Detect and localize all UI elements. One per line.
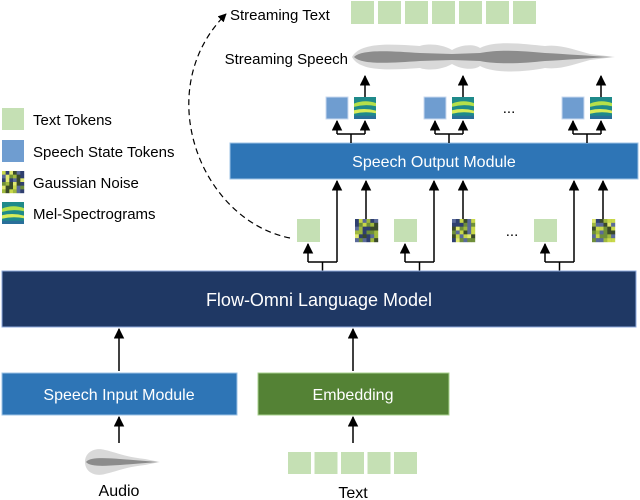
speech-state-token [561,96,585,120]
gaussian-noise-token [355,219,379,243]
speech-state-token [325,96,349,120]
streaming-text-tokens [351,1,536,24]
input-text-token [314,452,338,474]
input-token-pair [394,179,476,271]
legend-speech-state-swatch [2,140,24,162]
legend-text-token-swatch [2,108,24,130]
legend-mel-spectrogram-swatch [2,202,24,224]
legend-mel-spectrograms-label: Mel-Spectrograms [33,206,156,223]
gaussian-noise-token [452,219,476,243]
text-feedback-dashed-arrow [188,13,291,239]
streaming-speech-label: Streaming Speech [225,51,348,68]
streaming-text-label: Streaming Text [230,7,331,24]
input-text-token [367,452,391,474]
streaming-text-token [459,1,482,24]
mel-spectrogram-token [354,97,376,119]
legend-text-tokens-label: Text Tokens [33,112,112,129]
text-input-label: Text [338,485,368,500]
streaming-text-token [486,1,509,24]
streaming-speech-waveform [352,43,615,72]
speech-input-module-label: Speech Input Module [43,387,194,404]
text-token [534,219,557,242]
language-model-label: Flow-Omni Language Model [206,290,432,310]
streaming-text-token [405,1,428,24]
speech-output-module-label: Speech Output Module [352,154,516,171]
mel-spectrogram-token [590,97,612,119]
text-token [297,219,320,242]
output-token-pair [325,74,376,143]
output-token-groups [325,74,612,143]
output-token-pair [561,74,612,143]
audio-input-label: Audio [99,483,140,500]
input-token-pair [297,179,379,271]
legend-speech-state-tokens-label: Speech State Tokens [33,144,175,161]
streaming-text-token [351,1,374,24]
gaussian-noise-token [592,219,616,243]
input-text-token [288,452,311,474]
input-token-pair [534,179,616,271]
input-text-token [341,452,364,474]
embedding-module-label: Embedding [313,387,394,404]
output-token-pair [423,74,474,143]
text-input-tokens [288,452,417,474]
legend-gaussian-noise-label: Gaussian Noise [33,175,139,192]
speech-state-token [423,96,447,120]
input-text-token [394,452,417,474]
legend: Text Tokens Speech State Tokens Gaussian… [2,108,175,224]
text-token [394,219,417,242]
streaming-text-token [432,1,455,24]
flow-omni-diagram: Text Tokens Speech State Tokens Gaussian… [1,1,639,500]
ellipsis-lower: ... [506,223,519,240]
ellipsis-upper: ... [503,100,516,117]
legend-gaussian-noise-swatch [2,171,25,194]
audio-waveform [85,449,160,475]
streaming-text-token [513,1,536,24]
mel-spectrogram-token [452,97,474,119]
input-token-groups [297,179,616,271]
streaming-text-token [378,1,401,24]
